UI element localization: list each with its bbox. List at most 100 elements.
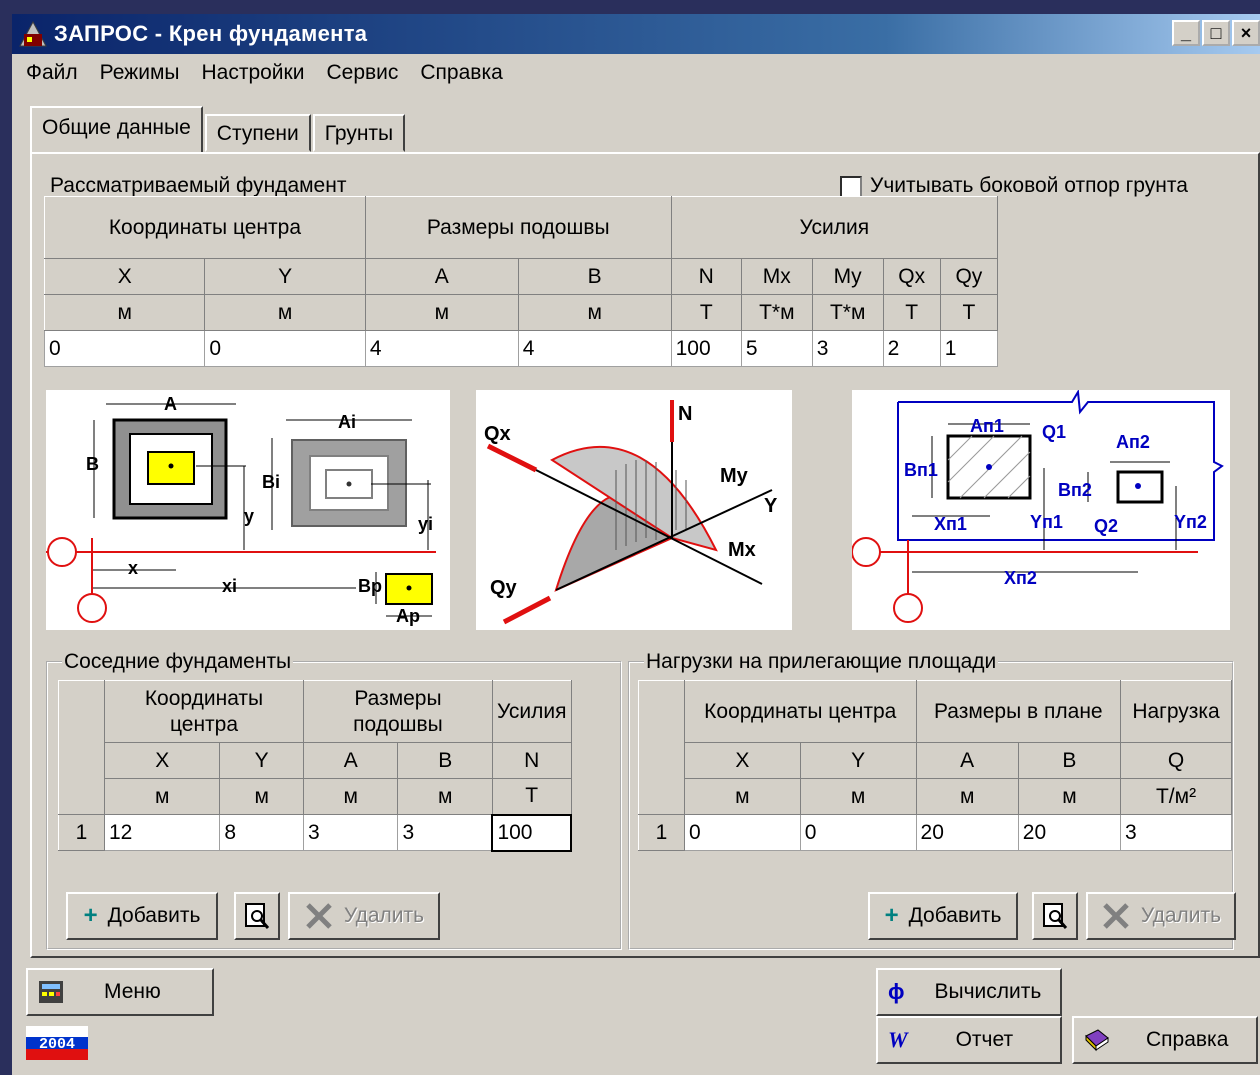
col-x: X: [43, 258, 206, 295]
load-label-xn2: Xп2: [1004, 568, 1037, 588]
tab-soils[interactable]: Грунты: [312, 114, 406, 152]
col-n: N: [670, 258, 742, 295]
title-bar[interactable]: ЗАПРОС - Крен фундамента _ □ ×: [12, 14, 1260, 54]
unit-x: м: [43, 294, 206, 331]
calculate-button[interactable]: ϕ Вычислить: [876, 968, 1062, 1016]
nb-unit-n: Т: [491, 778, 572, 815]
dim-label-xi: xi: [222, 576, 237, 596]
nb-col-x: X: [103, 742, 221, 779]
load-label-an2: Aп2: [1116, 432, 1150, 452]
load-label-yn2: Yп2: [1174, 512, 1207, 532]
cell-my[interactable]: 3: [811, 330, 884, 367]
nb-cell-n[interactable]: 100: [491, 813, 572, 852]
menu-service[interactable]: Сервис: [326, 61, 398, 85]
nb-cell-a[interactable]: 3: [302, 814, 399, 851]
cell-qx[interactable]: 2: [882, 330, 941, 367]
nb-add-button[interactable]: + Добавить: [66, 892, 218, 940]
force-label-qy: Qy: [490, 577, 518, 599]
nb-unit-b: м: [397, 778, 493, 815]
unit-qy: Т: [939, 294, 999, 331]
plus-icon: +: [884, 902, 899, 929]
maximize-button[interactable]: □: [1202, 20, 1230, 46]
dim-label-ap: Ap: [396, 606, 420, 626]
ld-cell-x[interactable]: 0: [684, 814, 801, 851]
nb-unit-x: м: [103, 778, 221, 815]
loads-table: Координаты центра Размеры в плане Нагруз…: [638, 680, 1232, 851]
menu-file[interactable]: Файл: [26, 61, 78, 85]
ld-cell-a[interactable]: 20: [915, 814, 1019, 851]
ld-cell-q[interactable]: 3: [1120, 814, 1232, 851]
close-button[interactable]: ×: [1232, 20, 1260, 46]
report-button[interactable]: W Отчет: [876, 1016, 1062, 1064]
ld-preview-button[interactable]: [1032, 892, 1078, 940]
ld-col-a: A: [915, 742, 1019, 779]
table-row[interactable]: 1 0 0 20 20 3: [638, 814, 1232, 851]
help-label: Справка: [1146, 1028, 1229, 1051]
load-label-an1: Aп1: [970, 416, 1004, 436]
delete-x-icon: [1103, 903, 1129, 929]
unit-qx: Т: [882, 294, 941, 331]
table-row[interactable]: 1 12 8 3 3 100: [58, 813, 572, 852]
moment-label-my: My: [720, 465, 749, 487]
col-a: A: [364, 258, 519, 295]
cell-b[interactable]: 4: [517, 330, 672, 367]
row-number: 1: [58, 814, 105, 851]
menu-help[interactable]: Справка: [420, 61, 502, 85]
col-b: B: [517, 258, 672, 295]
nb-preview-button[interactable]: [234, 892, 280, 940]
nb-col-n: N: [491, 742, 572, 779]
report-label: Отчет: [955, 1028, 1014, 1051]
ld-unit-x: м: [684, 778, 801, 815]
dim-label-y: y: [244, 506, 254, 526]
ld-unit-a: м: [915, 778, 1019, 815]
help-button[interactable]: Справка: [1072, 1016, 1258, 1064]
row-number: 1: [638, 814, 685, 851]
group-forces: Усилия: [670, 196, 999, 259]
cell-mx[interactable]: 5: [740, 330, 813, 367]
cell-qy[interactable]: 1: [939, 330, 999, 367]
section-title: Рассматриваемый фундамент: [50, 174, 347, 197]
ld-group-center: Координаты центра: [684, 680, 917, 743]
ld-add-button[interactable]: + Добавить: [868, 892, 1018, 940]
tab-steps[interactable]: Ступени: [204, 114, 311, 152]
moment-label-mx: Mx: [728, 539, 756, 561]
cell-y[interactable]: 0: [204, 330, 366, 367]
ld-cell-b[interactable]: 20: [1017, 814, 1122, 851]
preview-icon: [245, 903, 270, 929]
menu-button-label: Меню: [104, 980, 161, 1003]
nb-cell-y[interactable]: 8: [219, 814, 304, 851]
col-y: Y: [204, 258, 366, 295]
ld-delete-button[interactable]: Удалить: [1086, 892, 1236, 940]
col-my: My: [811, 258, 884, 295]
menu-settings[interactable]: Настройки: [201, 61, 304, 85]
side-resistance-checkbox[interactable]: [840, 176, 862, 198]
menu-button[interactable]: Меню: [26, 968, 214, 1016]
nb-cell-x[interactable]: 12: [103, 814, 221, 851]
app-window: ЗАПРОС - Крен фундамента _ □ × Файл Режи…: [12, 14, 1260, 1075]
ld-cell-y[interactable]: 0: [799, 814, 917, 851]
year-label: 2004: [39, 1036, 75, 1053]
ld-delete-label: Удалить: [1140, 904, 1222, 927]
ld-group-load: Нагрузка: [1120, 680, 1232, 743]
phi-icon: ϕ: [888, 979, 905, 1004]
cell-n[interactable]: 100: [670, 330, 742, 367]
cell-a[interactable]: 4: [364, 330, 519, 367]
nb-delete-button[interactable]: Удалить: [288, 892, 440, 940]
tab-general[interactable]: Общие данные: [30, 106, 203, 152]
ld-col-q: Q: [1120, 742, 1232, 779]
main-foundation-table: Координаты центра Размеры подошвы Усилия…: [43, 196, 999, 367]
ld-add-label: Добавить: [908, 904, 1002, 927]
nb-group-forces: Усилия: [491, 680, 572, 743]
cell-x[interactable]: 0: [43, 330, 206, 367]
dim-label-b: B: [86, 454, 99, 474]
dim-label-bp: Bp: [358, 576, 382, 596]
nb-add-label: Добавить: [107, 904, 201, 927]
minimize-button[interactable]: _: [1172, 20, 1200, 46]
dim-label-x: x: [128, 558, 138, 578]
loads-legend: Нагрузки на прилегающие площади: [646, 650, 997, 673]
menu-modes[interactable]: Режимы: [100, 61, 180, 85]
axis-label-y: Y: [764, 495, 778, 517]
nb-unit-a: м: [302, 778, 399, 815]
nb-cell-b[interactable]: 3: [397, 814, 493, 851]
forces-diagram: N Qx My Y Mx Qy: [476, 390, 792, 630]
